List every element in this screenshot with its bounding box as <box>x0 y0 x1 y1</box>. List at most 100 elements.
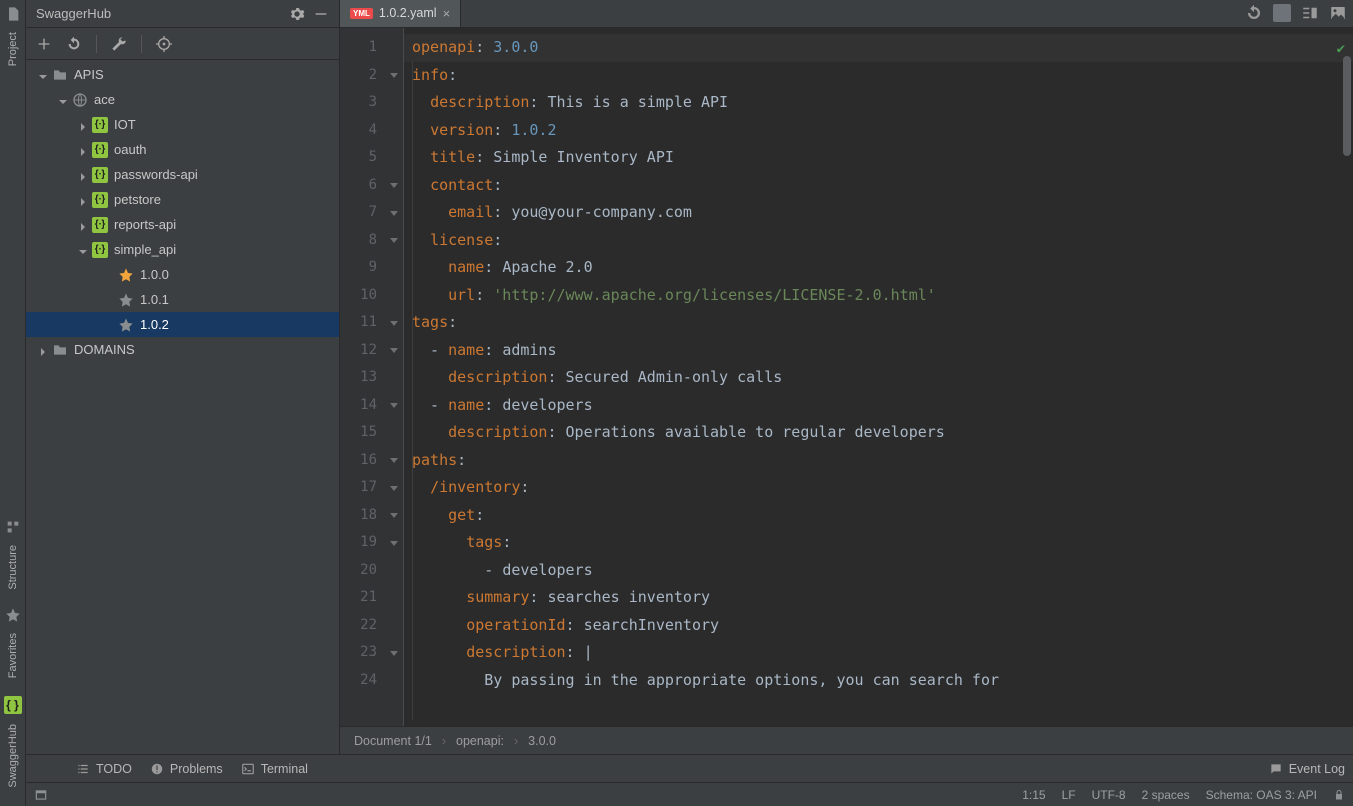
view-mode-2[interactable] <box>1301 4 1319 22</box>
fold-handle[interactable] <box>385 447 403 475</box>
rail-structure[interactable]: Structure <box>7 539 19 596</box>
fold-handle[interactable] <box>385 172 403 200</box>
tree-label: APIS <box>74 67 104 82</box>
editor-scrollbar[interactable] <box>1343 56 1351 156</box>
code-line: get: <box>412 502 1353 530</box>
folder-icon <box>52 67 68 83</box>
target-icon[interactable] <box>156 36 172 52</box>
code-line: tags: <box>412 309 1353 337</box>
tree-node-version[interactable]: 1.0.1 <box>26 287 339 312</box>
api-icon: {∙} <box>92 242 108 258</box>
file-encoding[interactable]: UTF-8 <box>1092 788 1126 802</box>
fold-handle[interactable] <box>385 227 403 255</box>
breadcrumb-bar: Document 1/1 › openapi: › 3.0.0 <box>340 726 1353 754</box>
button-label: Terminal <box>261 762 308 776</box>
cursor-position[interactable]: 1:15 <box>1022 788 1045 802</box>
line-number: 12 <box>340 337 377 365</box>
star-icon <box>118 267 134 283</box>
fold-handle[interactable] <box>385 309 403 337</box>
folder-icon <box>52 342 68 358</box>
tree-node-version[interactable]: 1.0.2 <box>26 312 339 337</box>
eventlog-button[interactable]: Event Log <box>1269 762 1345 776</box>
swagger-icon: { } <box>4 696 22 714</box>
indent-setting[interactable]: 2 spaces <box>1142 788 1190 802</box>
breadcrumb-part[interactable]: 3.0.0 <box>528 734 556 748</box>
chevron-right-icon <box>78 145 88 155</box>
tree-node-api[interactable]: {∙}IOT <box>26 112 339 137</box>
wrench-icon[interactable] <box>111 36 127 52</box>
terminal-button[interactable]: Terminal <box>241 762 308 776</box>
panel-toolbar <box>26 28 339 60</box>
view-mode-1[interactable] <box>1273 4 1291 22</box>
yaml-badge: YML <box>350 8 373 19</box>
tree-node-api[interactable]: {∙}simple_api <box>26 237 339 262</box>
line-number: 10 <box>340 282 377 310</box>
line-number: 24 <box>340 667 377 695</box>
refresh-icon[interactable] <box>1245 4 1263 22</box>
rail-project[interactable]: Project <box>7 26 19 72</box>
rail-favorites[interactable]: Favorites <box>7 627 19 684</box>
terminal-icon <box>241 762 255 776</box>
code-line: - developers <box>412 557 1353 585</box>
list-icon <box>76 762 90 776</box>
globe-icon <box>72 92 88 108</box>
close-icon[interactable]: × <box>443 6 451 21</box>
line-number: 17 <box>340 474 377 502</box>
api-icon: {∙} <box>92 192 108 208</box>
fold-handle[interactable] <box>385 392 403 420</box>
line-number: 8 <box>340 227 377 255</box>
tree[interactable]: APIS ace {∙}IOT{∙}oauth{∙}passwords-api{… <box>26 60 339 754</box>
rail-swaggerhub[interactable]: SwaggerHub <box>7 718 19 794</box>
fold-gutter[interactable] <box>385 28 403 726</box>
fold-handle[interactable] <box>385 474 403 502</box>
line-separator[interactable]: LF <box>1062 788 1076 802</box>
sync-icon[interactable] <box>66 36 82 52</box>
panel-title: SwaggerHub <box>36 6 281 21</box>
code-line: contact: <box>412 172 1353 200</box>
fold-handle[interactable] <box>385 62 403 90</box>
tree-node-api[interactable]: {∙}reports-api <box>26 212 339 237</box>
schema-status[interactable]: Schema: OAS 3: API <box>1206 788 1317 802</box>
line-number: 3 <box>340 89 377 117</box>
code-line: description: | <box>412 639 1353 667</box>
code-editor[interactable]: openapi: 3.0.0info: description: This is… <box>404 28 1353 726</box>
lock-icon[interactable] <box>1333 789 1345 801</box>
fold-handle[interactable] <box>385 199 403 227</box>
window-icon[interactable] <box>34 788 48 802</box>
file-icon <box>5 6 21 22</box>
todo-button[interactable]: TODO <box>76 762 132 776</box>
fold-handle[interactable] <box>385 529 403 557</box>
tree-node-domains[interactable]: DOMAINS <box>26 337 339 362</box>
breadcrumb-part[interactable]: openapi: <box>456 734 504 748</box>
code-line: description: Secured Admin-only calls <box>412 364 1353 392</box>
status-bar: 1:15 LF UTF-8 2 spaces Schema: OAS 3: AP… <box>26 782 1353 806</box>
problems-button[interactable]: Problems <box>150 762 223 776</box>
plus-icon[interactable] <box>36 36 52 52</box>
breadcrumb-doc[interactable]: Document 1/1 <box>354 734 432 748</box>
tree-label: petstore <box>114 192 161 207</box>
line-number: 11 <box>340 309 377 337</box>
line-number: 18 <box>340 502 377 530</box>
star-icon <box>118 292 134 308</box>
tree-label: ace <box>94 92 115 107</box>
fold-handle[interactable] <box>385 502 403 530</box>
fold-handle[interactable] <box>385 639 403 667</box>
chat-icon <box>1269 762 1283 776</box>
fold-handle[interactable] <box>385 337 403 365</box>
line-number: 20 <box>340 557 377 585</box>
gear-icon[interactable] <box>289 6 305 22</box>
tree-node-api[interactable]: {∙} petstore <box>26 187 339 212</box>
tree-node-version[interactable]: 1.0.0 <box>26 262 339 287</box>
line-number: 23 <box>340 639 377 667</box>
image-icon[interactable] <box>1329 4 1347 22</box>
editor-area: YML 1.0.2.yaml × 12345678910111213141516… <box>340 0 1353 754</box>
tree-node-api[interactable]: {∙}oauth <box>26 137 339 162</box>
tree-node-api[interactable]: {∙}passwords-api <box>26 162 339 187</box>
line-number: 9 <box>340 254 377 282</box>
tree-node-apis[interactable]: APIS <box>26 62 339 87</box>
minimize-icon[interactable] <box>313 6 329 22</box>
tree-node-org[interactable]: ace <box>26 87 339 112</box>
editor-tab[interactable]: YML 1.0.2.yaml × <box>340 0 461 27</box>
chevron-right-icon <box>38 345 48 355</box>
line-number: 5 <box>340 144 377 172</box>
